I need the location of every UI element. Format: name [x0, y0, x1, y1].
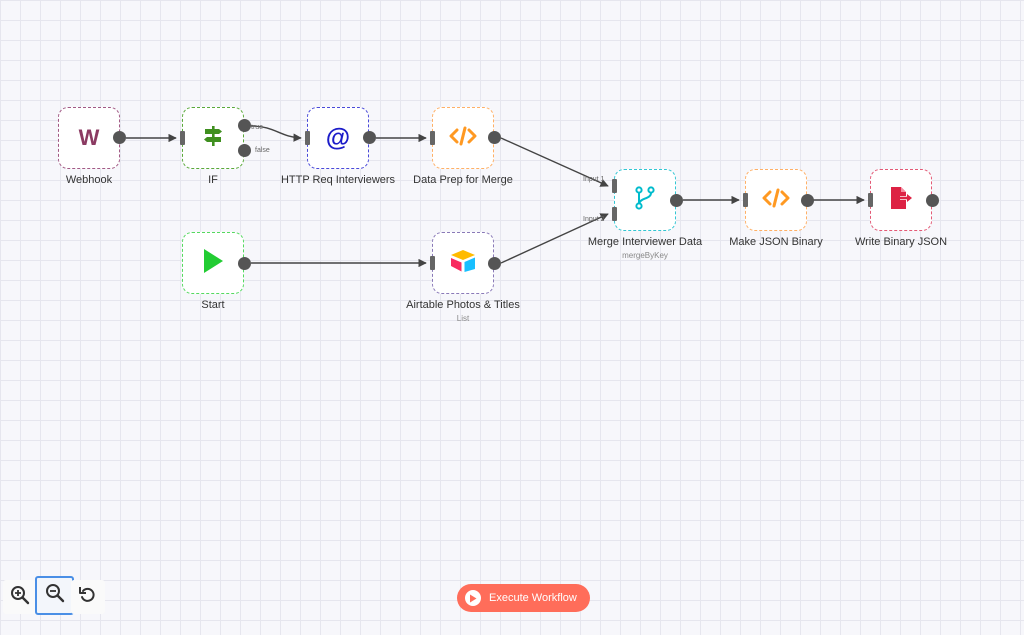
node-if[interactable] — [182, 107, 244, 169]
if-false-label: false — [255, 147, 270, 154]
node-subtitle-merge: mergeByKey — [622, 251, 668, 260]
reset-zoom-button[interactable] — [71, 580, 105, 614]
node-start[interactable] — [182, 232, 244, 294]
merge-output-port[interactable] — [670, 194, 683, 207]
file-export-icon — [888, 186, 914, 215]
node-write-binary[interactable] — [870, 169, 932, 231]
airtable-output-port[interactable] — [488, 257, 501, 270]
airtable-input-port[interactable] — [430, 256, 435, 270]
dataprep-input-port[interactable] — [430, 131, 435, 145]
execute-workflow-button[interactable]: Execute Workflow — [457, 584, 590, 612]
if-input-port[interactable] — [180, 131, 185, 145]
code-icon — [762, 187, 790, 214]
makejson-input-port[interactable] — [743, 193, 748, 207]
node-make-json[interactable] — [745, 169, 807, 231]
node-merge[interactable] — [614, 169, 676, 231]
node-label-start: Start — [201, 299, 225, 311]
dataprep-output-port[interactable] — [488, 131, 501, 144]
node-http-request[interactable]: @ — [307, 107, 369, 169]
zoom-out-button[interactable] — [35, 576, 74, 615]
webhook-icon: W — [78, 125, 100, 150]
zoom-in-button[interactable] — [3, 580, 37, 614]
makejson-output-port[interactable] — [801, 194, 814, 207]
http-input-port[interactable] — [305, 131, 310, 145]
node-webhook[interactable]: W — [58, 107, 120, 169]
code-icon — [449, 125, 477, 152]
merge-input2-label: Input 2 — [583, 216, 605, 223]
write-output-port[interactable] — [926, 194, 939, 207]
node-label-dataprep: Data Prep for Merge — [413, 174, 513, 186]
branch-merge-icon — [634, 185, 656, 215]
zoom-out-icon — [45, 583, 65, 608]
merge-input1-label: Input 1 — [583, 176, 605, 183]
node-data-prep[interactable] — [432, 107, 494, 169]
zoom-in-icon — [10, 585, 30, 610]
at-sign-icon: @ — [325, 123, 351, 152]
workflow-canvas[interactable]: W Webhook true false IF @ HTTP Req Inter… — [0, 0, 1024, 635]
if-output-false-port[interactable] — [238, 144, 251, 157]
reset-zoom-icon — [78, 585, 98, 610]
http-output-port[interactable] — [363, 131, 376, 144]
merge-input2-port[interactable] — [612, 207, 617, 221]
if-output-true-port[interactable] — [238, 119, 251, 132]
write-input-port[interactable] — [868, 193, 873, 207]
play-icon — [201, 248, 225, 279]
play-circle-icon — [465, 590, 481, 606]
signpost-icon — [201, 124, 225, 153]
node-label-airtable: Airtable Photos & Titles — [406, 299, 520, 311]
execute-workflow-label: Execute Workflow — [489, 592, 577, 604]
airtable-icon — [449, 249, 477, 278]
webhook-output-port[interactable] — [113, 131, 126, 144]
node-airtable[interactable] — [432, 232, 494, 294]
merge-input1-port[interactable] — [612, 179, 617, 193]
if-true-label: true — [251, 124, 264, 131]
start-output-port[interactable] — [238, 257, 251, 270]
node-subtitle-airtable: List — [456, 314, 470, 323]
node-label-write: Write Binary JSON — [854, 236, 948, 248]
